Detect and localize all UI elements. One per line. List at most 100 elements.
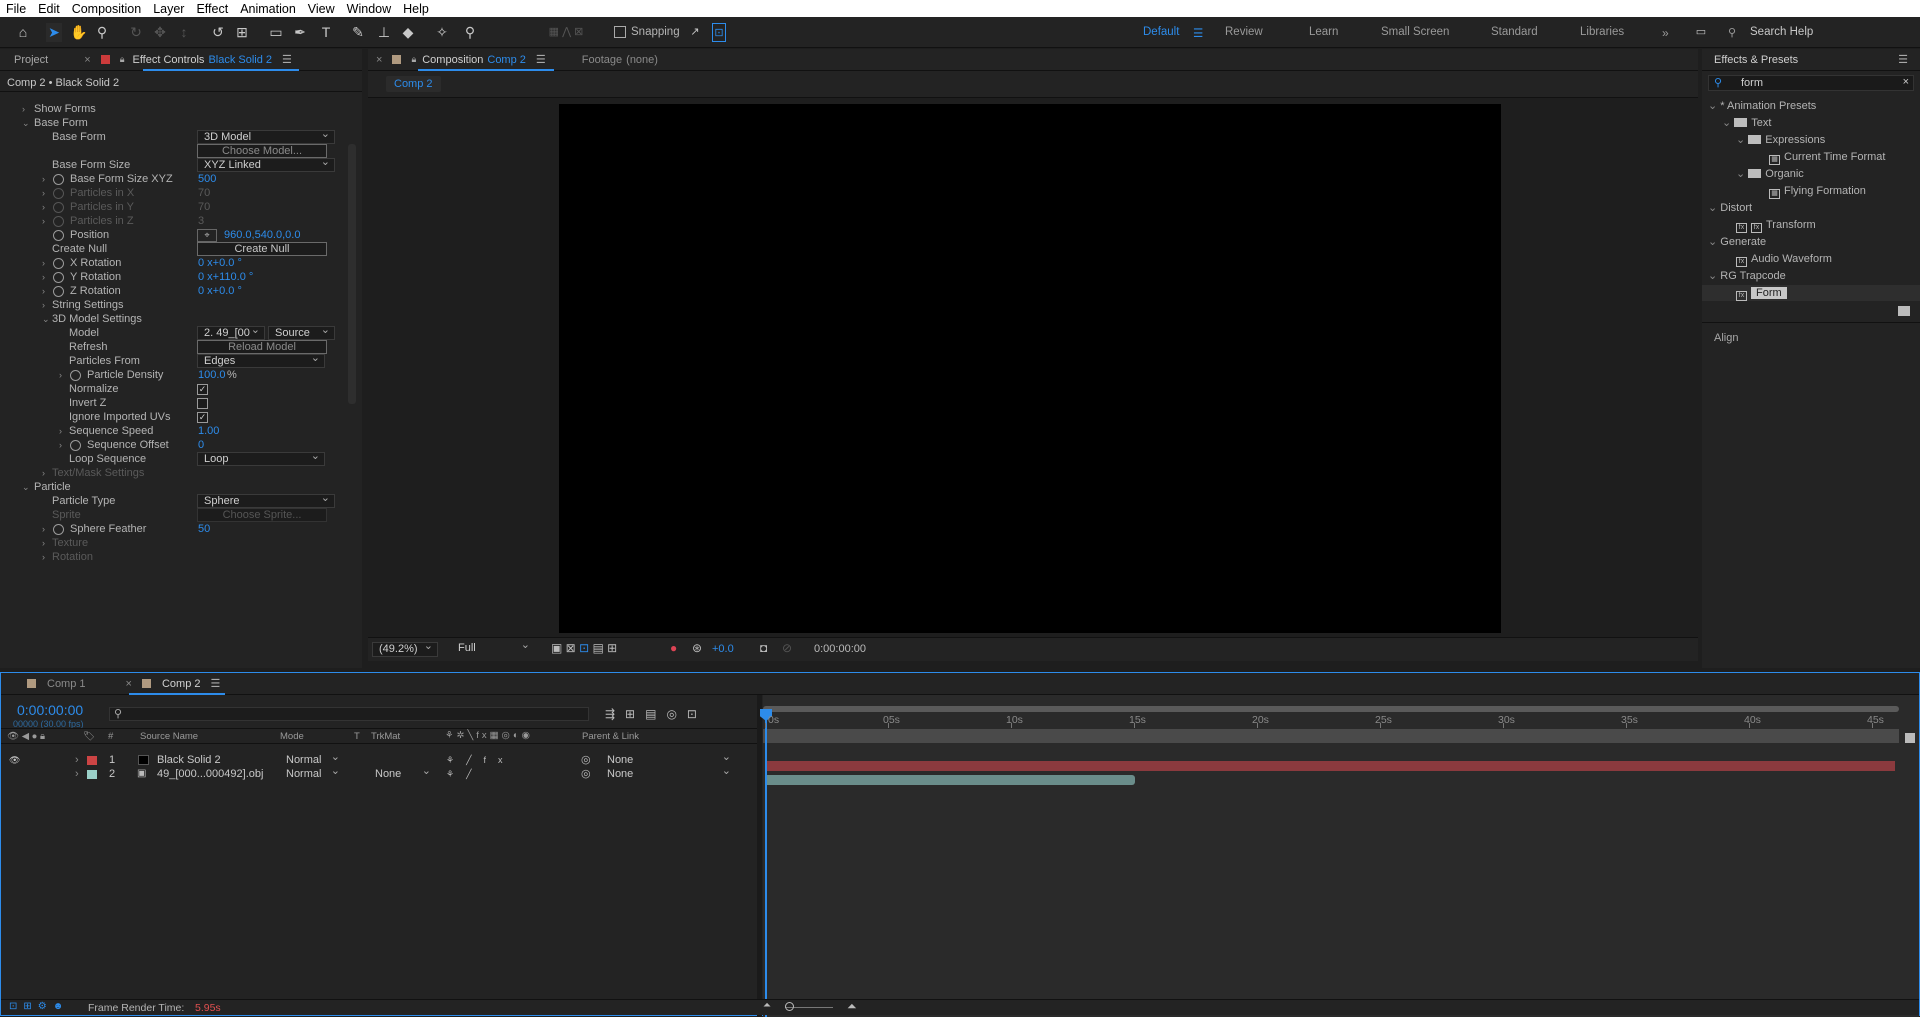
layer-row-2[interactable]: › 2 ▣ 49_[000...000492].obj Normal None …	[1, 765, 757, 781]
close-tab-icon[interactable]: ×	[376, 54, 382, 66]
tree-distort[interactable]: ⌄ Distort	[1708, 201, 1752, 215]
footer-toggle-icons[interactable]: ⊡⊞⚙☻	[9, 1001, 69, 1012]
playhead[interactable]	[765, 709, 767, 1017]
tab-project[interactable]: Project	[14, 54, 48, 66]
zoom-tool-icon[interactable]: ⚲	[94, 23, 110, 42]
tree-transform[interactable]: fx fx Transform	[1736, 218, 1816, 233]
visibility-icon[interactable]: 👁︎	[9, 753, 20, 767]
expand-arrow-icon[interactable]: ›	[75, 753, 79, 767]
reset-exposure-icon[interactable]: ⊛	[692, 641, 702, 655]
col-source-name[interactable]: Source Name	[140, 731, 198, 742]
scrollbar[interactable]	[348, 144, 356, 404]
stopwatch-icon[interactable]	[70, 370, 81, 381]
trkmat-dropdown[interactable]: None	[369, 765, 435, 781]
tree-expressions[interactable]: ⌄ Expressions	[1736, 133, 1825, 147]
effects-search-input[interactable]: ⚲ form ×	[1708, 75, 1914, 91]
menu-effect[interactable]: Effect	[190, 2, 234, 16]
snapshot-icon[interactable]: ◘	[760, 641, 767, 655]
menu-composition[interactable]: Composition	[66, 2, 147, 16]
panel-menu-icon[interactable]: ☰	[282, 53, 292, 66]
pickwhip-icon[interactable]: ◎	[581, 753, 591, 767]
layer-label-color[interactable]	[87, 756, 97, 765]
tab-composition[interactable]: Composition	[422, 54, 483, 66]
tree-current-time-format[interactable]: ▦ Current Time Format	[1769, 150, 1885, 165]
align-panel-title[interactable]: Align	[1714, 332, 1738, 344]
axis-mode-icons[interactable]: ▦ ⋀ ⊠	[536, 23, 596, 42]
stopwatch-icon[interactable]	[53, 524, 64, 535]
choose-sprite-button[interactable]: Choose Sprite...	[197, 508, 327, 522]
time-graph[interactable]	[763, 695, 1919, 1017]
tree-form[interactable]: fx Form	[1736, 286, 1787, 301]
timeline-switch-icons[interactable]: ⇶⊞▤◎⊡	[605, 707, 707, 721]
menu-window[interactable]: Window	[341, 2, 397, 16]
comp-marker-icon[interactable]	[1905, 733, 1915, 743]
panel-menu-icon[interactable]: ☰	[1898, 53, 1908, 66]
eraser-tool-icon[interactable]: ◆	[400, 23, 416, 42]
zoom-slider-handle[interactable]	[785, 1002, 794, 1011]
workspace-libraries[interactable]: Libraries	[1580, 26, 1624, 38]
resolution-dropdown[interactable]: Full	[452, 639, 534, 657]
search-help-field[interactable]: Search Help	[1750, 26, 1813, 38]
particle-type-dropdown[interactable]: Sphere	[197, 492, 335, 508]
stopwatch-icon[interactable]	[53, 258, 64, 269]
workspace-learn[interactable]: Learn	[1309, 26, 1338, 38]
invert-z-checkbox[interactable]	[197, 398, 208, 409]
workspace-small-screen[interactable]: Small Screen	[1381, 26, 1449, 38]
menu-help[interactable]: Help	[397, 2, 435, 16]
density-value[interactable]: 100.0	[198, 367, 226, 384]
workspace-default[interactable]: Default	[1143, 26, 1179, 38]
magnification-dropdown[interactable]: (49.2%)	[372, 640, 438, 657]
z-rotation-value[interactable]: 0 x+0.0 °	[198, 283, 242, 300]
layer-label-color[interactable]	[87, 770, 97, 779]
close-tab-icon[interactable]: ×	[84, 54, 90, 66]
hand-tool-icon[interactable]: ✋	[70, 23, 87, 42]
viewer-toggle-icons[interactable]: ▣ ⊠ ⊡ ▤ ⊞	[551, 641, 617, 655]
lock-icon[interactable]: 🔒︎	[120, 54, 125, 65]
workspace-standard[interactable]: Standard	[1491, 26, 1538, 38]
layer-switch-icons[interactable]: ⚘╱fx	[446, 753, 515, 767]
rotate-tool-icon[interactable]: ↺	[210, 23, 226, 42]
snap-extents-icon[interactable]: ⊡	[712, 23, 726, 42]
layer-name[interactable]: Black Solid 2	[157, 753, 221, 767]
workspace-menu-icon[interactable]: ☰	[1193, 26, 1203, 40]
tree-flying-formation[interactable]: ▦ Flying Formation	[1769, 184, 1866, 199]
pan-tool-icon[interactable]: ✥	[152, 23, 168, 42]
stopwatch-icon[interactable]	[53, 174, 64, 185]
normalize-checkbox[interactable]: ✓	[197, 384, 208, 395]
tree-rg-trapcode[interactable]: ⌄ RG Trapcode	[1708, 269, 1786, 283]
menu-view[interactable]: View	[302, 2, 341, 16]
layer-switch-icons[interactable]: ⚘╱	[446, 767, 484, 781]
tree-audio-waveform[interactable]: fx Audio Waveform	[1736, 252, 1832, 267]
tab-comp-2[interactable]: Comp 2	[162, 678, 201, 690]
layer-bar-1[interactable]	[765, 761, 1895, 771]
clear-search-icon[interactable]: ×	[1903, 76, 1909, 88]
base-form-size-dropdown[interactable]: XYZ Linked	[197, 156, 335, 172]
pickwhip-icon[interactable]: ◎	[581, 767, 591, 781]
lock-icon[interactable]: 🔒︎	[411, 54, 416, 65]
work-area-bar[interactable]	[763, 706, 1899, 712]
effects-presets-title[interactable]: Effects & Presets	[1714, 54, 1798, 66]
tree-animation-presets[interactable]: ⌄ * Animation Presets	[1708, 99, 1816, 113]
tree-generate[interactable]: ⌄ Generate	[1708, 235, 1766, 249]
layer-row-1[interactable]: 👁︎ › 1 Black Solid 2 Normal ⚘╱fx ◎ None	[1, 751, 757, 767]
exposure-value[interactable]: +0.0	[712, 643, 734, 655]
timeline-search-input[interactable]: ⚲	[109, 707, 589, 721]
workspace-review[interactable]: Review	[1225, 26, 1263, 38]
tab-comp-1[interactable]: Comp 1	[47, 678, 86, 690]
tree-text[interactable]: ⌄ Text	[1722, 116, 1771, 130]
anchor-tool-icon[interactable]: ⊞	[234, 23, 250, 42]
menu-edit[interactable]: Edit	[32, 2, 66, 16]
layer-mode-dropdown[interactable]: Normal	[280, 765, 344, 781]
viewer-timecode[interactable]: 0:00:00:00	[814, 643, 866, 655]
roto-brush-icon[interactable]: ✧	[434, 23, 450, 42]
ignore-uvs-checkbox[interactable]: ✓	[197, 412, 208, 423]
stopwatch-icon[interactable]	[53, 230, 64, 241]
tab-footage[interactable]: Footage	[582, 54, 622, 66]
menu-layer[interactable]: Layer	[147, 2, 190, 16]
menu-file[interactable]: File	[0, 2, 32, 16]
choose-model-button[interactable]: Choose Model...	[197, 144, 327, 158]
orbit-tool-icon[interactable]: ↻	[128, 23, 144, 42]
color-channels-icon[interactable]: ●	[670, 641, 677, 655]
home-icon[interactable]: ⌂	[14, 23, 32, 42]
panel-menu-icon[interactable]: ☰	[536, 53, 546, 66]
